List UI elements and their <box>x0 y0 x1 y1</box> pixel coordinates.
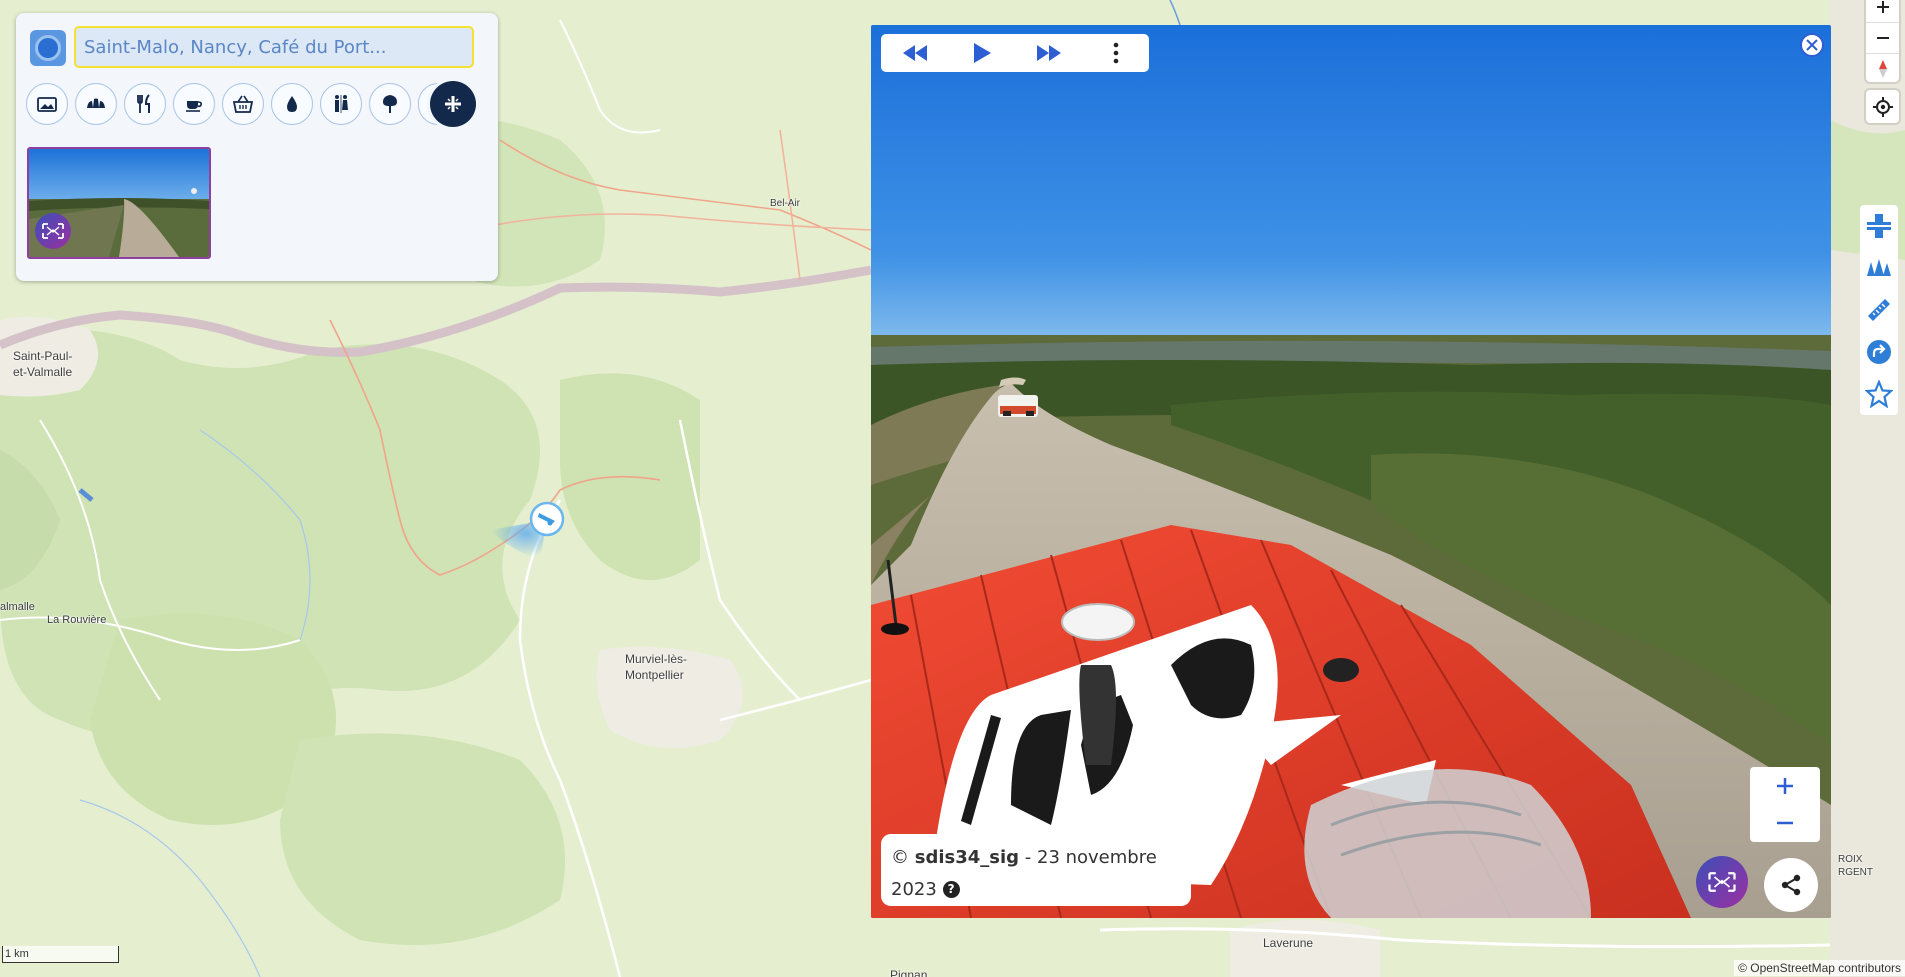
picture-credit: © sdis34_sig - 23 novembre 2023 ? <box>881 834 1191 906</box>
hills-icon <box>1867 259 1891 276</box>
drinking-water-icon <box>287 96 297 112</box>
place-label: ROIX <box>1838 854 1863 865</box>
play-icon <box>973 43 991 63</box>
compass-icon <box>1878 60 1887 78</box>
play-button[interactable] <box>962 37 1002 69</box>
map-attribution[interactable]: © OpenStreetMap contributors <box>1734 960 1905 976</box>
close-icon <box>1806 39 1818 51</box>
category-water-button[interactable] <box>271 83 313 125</box>
place-label: Laverune <box>1263 936 1314 950</box>
terrain-tool-button[interactable] <box>1860 247 1898 289</box>
restaurant-icon <box>137 94 150 113</box>
place-label: Murviel-lès- <box>625 652 688 666</box>
category-cafe-button[interactable] <box>173 83 215 125</box>
compass-button[interactable] <box>1866 54 1899 84</box>
panorama-icon <box>42 223 64 239</box>
plus-icon <box>1777 777 1793 794</box>
measure-tool-button[interactable] <box>1860 289 1898 331</box>
place-label: Pignan <box>890 968 928 977</box>
panorama-icon <box>1708 872 1736 892</box>
vertical-dots-icon <box>1113 42 1118 64</box>
viewer-zoom-in-button[interactable] <box>1750 767 1820 804</box>
sequence-player-bar <box>881 34 1149 72</box>
next-picture-button[interactable] <box>1029 37 1069 69</box>
category-bakery-button[interactable] <box>75 83 117 125</box>
place-label: Bel-Air <box>770 198 801 209</box>
search-input[interactable] <box>74 26 474 68</box>
photo-position-marker[interactable] <box>480 490 600 580</box>
star-icon <box>1865 380 1893 408</box>
category-picture-button[interactable] <box>26 83 68 125</box>
minus-icon <box>1876 37 1889 39</box>
share-icon <box>1781 874 1801 896</box>
cafe-icon <box>186 101 202 112</box>
picture-icon <box>37 97 57 112</box>
viewer-zoom-control <box>1750 767 1820 842</box>
fast-forward-icon <box>1036 45 1061 61</box>
map-zoom-control <box>1866 0 1899 82</box>
plus-icon <box>1876 1 1889 13</box>
rewind-icon <box>902 45 927 61</box>
minus-icon <box>1777 821 1793 824</box>
place-label: La Rouvière <box>47 614 107 626</box>
panorama-360-badge[interactable] <box>1696 856 1748 908</box>
category-tree-button[interactable] <box>369 83 411 125</box>
credit-prefix: © <box>891 847 909 868</box>
place-label: Saint-Paul- <box>13 349 73 363</box>
place-label: et-Valmalle <box>13 365 73 379</box>
map-tools-bar <box>1860 205 1898 415</box>
place-label: almalle <box>0 601 35 613</box>
panorama-image[interactable] <box>871 25 1831 918</box>
bakery-icon <box>87 98 105 108</box>
shop-basket-icon <box>232 95 254 113</box>
picture-author[interactable]: sdis34_sig <box>915 847 1019 868</box>
crosshair-icon <box>1872 96 1893 117</box>
place-label: RGENT <box>1838 867 1873 878</box>
panorama-viewer[interactable]: © sdis34_sig - 23 novembre 2023 ? <box>871 25 1831 918</box>
viewer-zoom-out-button[interactable] <box>1750 804 1820 841</box>
geolocate-button[interactable] <box>1866 90 1899 123</box>
map-scale: 1 km <box>2 946 119 963</box>
more-options-button[interactable] <box>1096 37 1136 69</box>
category-restaurant-button[interactable] <box>124 83 166 125</box>
panorama-360-badge <box>35 213 71 249</box>
ruler-icon <box>1868 299 1890 321</box>
share-button[interactable] <box>1764 858 1818 912</box>
category-toilets-button[interactable] <box>320 83 362 125</box>
app-logo-button[interactable] <box>30 30 66 66</box>
search-panel <box>16 13 498 281</box>
picture-thumbnail[interactable] <box>27 147 211 259</box>
map-zoom-out-button[interactable] <box>1866 23 1899 54</box>
directions-tool-button[interactable] <box>1860 331 1898 373</box>
more-categories-button[interactable] <box>430 81 476 127</box>
directions-icon <box>1867 340 1891 364</box>
map-zoom-in-button[interactable] <box>1866 0 1899 23</box>
plus-icon <box>445 96 461 112</box>
close-viewer-button[interactable] <box>1800 33 1824 57</box>
toilets-icon <box>335 95 348 113</box>
favorites-tool-button[interactable] <box>1860 373 1898 415</box>
category-shop-button[interactable] <box>222 83 264 125</box>
tree-icon <box>383 95 397 113</box>
help-icon[interactable]: ? <box>942 881 960 898</box>
health-tool-button[interactable] <box>1860 205 1898 247</box>
previous-picture-button[interactable] <box>895 37 935 69</box>
place-label: Montpellier <box>625 668 684 682</box>
health-cross-icon <box>1867 214 1891 238</box>
logo-icon <box>38 38 58 58</box>
